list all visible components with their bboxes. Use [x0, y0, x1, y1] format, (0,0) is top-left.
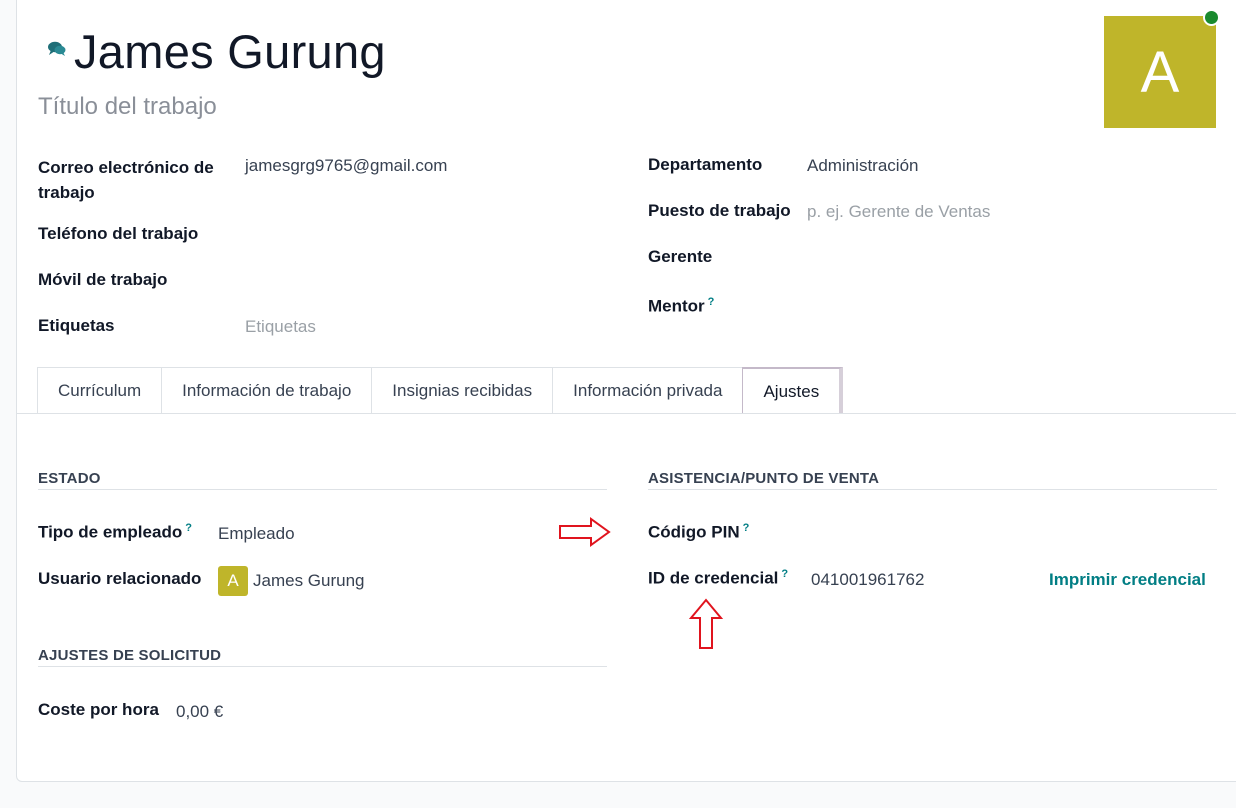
pin-code-help-icon[interactable]: ?	[743, 522, 750, 534]
employee-type-label-text: Tipo de empleado	[38, 522, 183, 542]
job-position-field[interactable]: p. ej. Gerente de Ventas	[807, 202, 990, 222]
avatar-letter: A	[1140, 39, 1180, 105]
work-phone-field[interactable]	[245, 220, 605, 248]
work-email-label: Correo electrónico de trabajo	[38, 155, 214, 205]
tab-private-information[interactable]: Información privada	[552, 367, 744, 414]
badge-id-label-text: ID de credencial	[648, 568, 779, 588]
work-email-label-line1: Correo electrónico de	[38, 158, 214, 177]
employee-name[interactable]: James Gurung	[74, 24, 386, 79]
pin-code-field[interactable]	[811, 518, 1211, 546]
employee-form-sheet: James Gurung Título del trabajo A Correo…	[16, 0, 1236, 782]
employee-type-field[interactable]: Empleado	[218, 524, 295, 544]
online-status-indicator	[1203, 9, 1220, 26]
attendance-section-title: ASISTENCIA/PUNTO DE VENTA	[648, 470, 880, 487]
related-user-label: Usuario relacionado	[38, 569, 202, 588]
work-mobile-field[interactable]	[245, 266, 605, 294]
status-section-separator	[38, 489, 607, 490]
attendance-section-separator	[648, 489, 1217, 490]
employee-avatar[interactable]: A	[1104, 16, 1216, 128]
hourly-cost-label: Coste por hora	[38, 700, 159, 719]
related-user-field[interactable]: A James Gurung	[218, 566, 365, 596]
work-phone-label: Teléfono del trabajo	[38, 224, 199, 243]
tab-resume[interactable]: Currículum	[37, 367, 163, 414]
employee-type-help-icon[interactable]: ?	[185, 522, 192, 534]
department-label: Departamento	[648, 155, 763, 174]
print-badge-button[interactable]: Imprimir credencial	[1049, 570, 1206, 590]
badge-id-help-icon[interactable]: ?	[781, 568, 788, 580]
department-field[interactable]: Administración	[807, 156, 919, 176]
tab-settings[interactable]: Ajustes	[742, 367, 844, 414]
pin-code-label-text: Código PIN	[648, 522, 740, 542]
annotation-arrow-right-icon	[559, 517, 611, 547]
related-user-avatar: A	[218, 566, 248, 596]
hourly-cost-field[interactable]: 0,00 €	[176, 702, 223, 722]
manager-field[interactable]	[807, 243, 1207, 271]
badge-id-field[interactable]: 041001961762	[811, 570, 924, 590]
pin-code-label: Código PIN?	[648, 522, 749, 543]
notebook-tabs: Currículum Información de trabajo Insign…	[37, 367, 844, 414]
coach-label-text: Mentor	[648, 296, 705, 316]
tab-received-badges[interactable]: Insignias recibidas	[371, 367, 554, 414]
coach-help-icon[interactable]: ?	[708, 296, 715, 308]
employee-type-label: Tipo de empleado?	[38, 522, 192, 543]
related-user-name: James Gurung	[253, 571, 365, 590]
badge-id-label: ID de credencial?	[648, 568, 788, 589]
work-mobile-label: Móvil de trabajo	[38, 270, 168, 289]
related-user-avatar-letter: A	[227, 571, 239, 590]
coach-field[interactable]	[807, 293, 1207, 321]
status-section-title: ESTADO	[38, 470, 101, 487]
tags-field[interactable]: Etiquetas	[245, 317, 316, 337]
chat-icon[interactable]	[47, 40, 67, 58]
tab-work-information[interactable]: Información de trabajo	[161, 367, 373, 414]
tags-label: Etiquetas	[38, 316, 115, 335]
coach-label: Mentor?	[648, 296, 714, 317]
manager-label: Gerente	[648, 247, 713, 266]
job-title-field[interactable]: Título del trabajo	[38, 93, 217, 121]
application-section-separator	[38, 666, 607, 667]
application-section-title: AJUSTES DE SOLICITUD	[38, 647, 222, 664]
tabs-divider	[17, 413, 1236, 414]
work-email-label-line2: trabajo	[38, 183, 95, 202]
work-email-field[interactable]: jamesgrg9765@gmail.com	[245, 156, 447, 176]
annotation-arrow-up-icon	[688, 598, 724, 649]
job-position-label: Puesto de trabajo	[648, 201, 791, 220]
